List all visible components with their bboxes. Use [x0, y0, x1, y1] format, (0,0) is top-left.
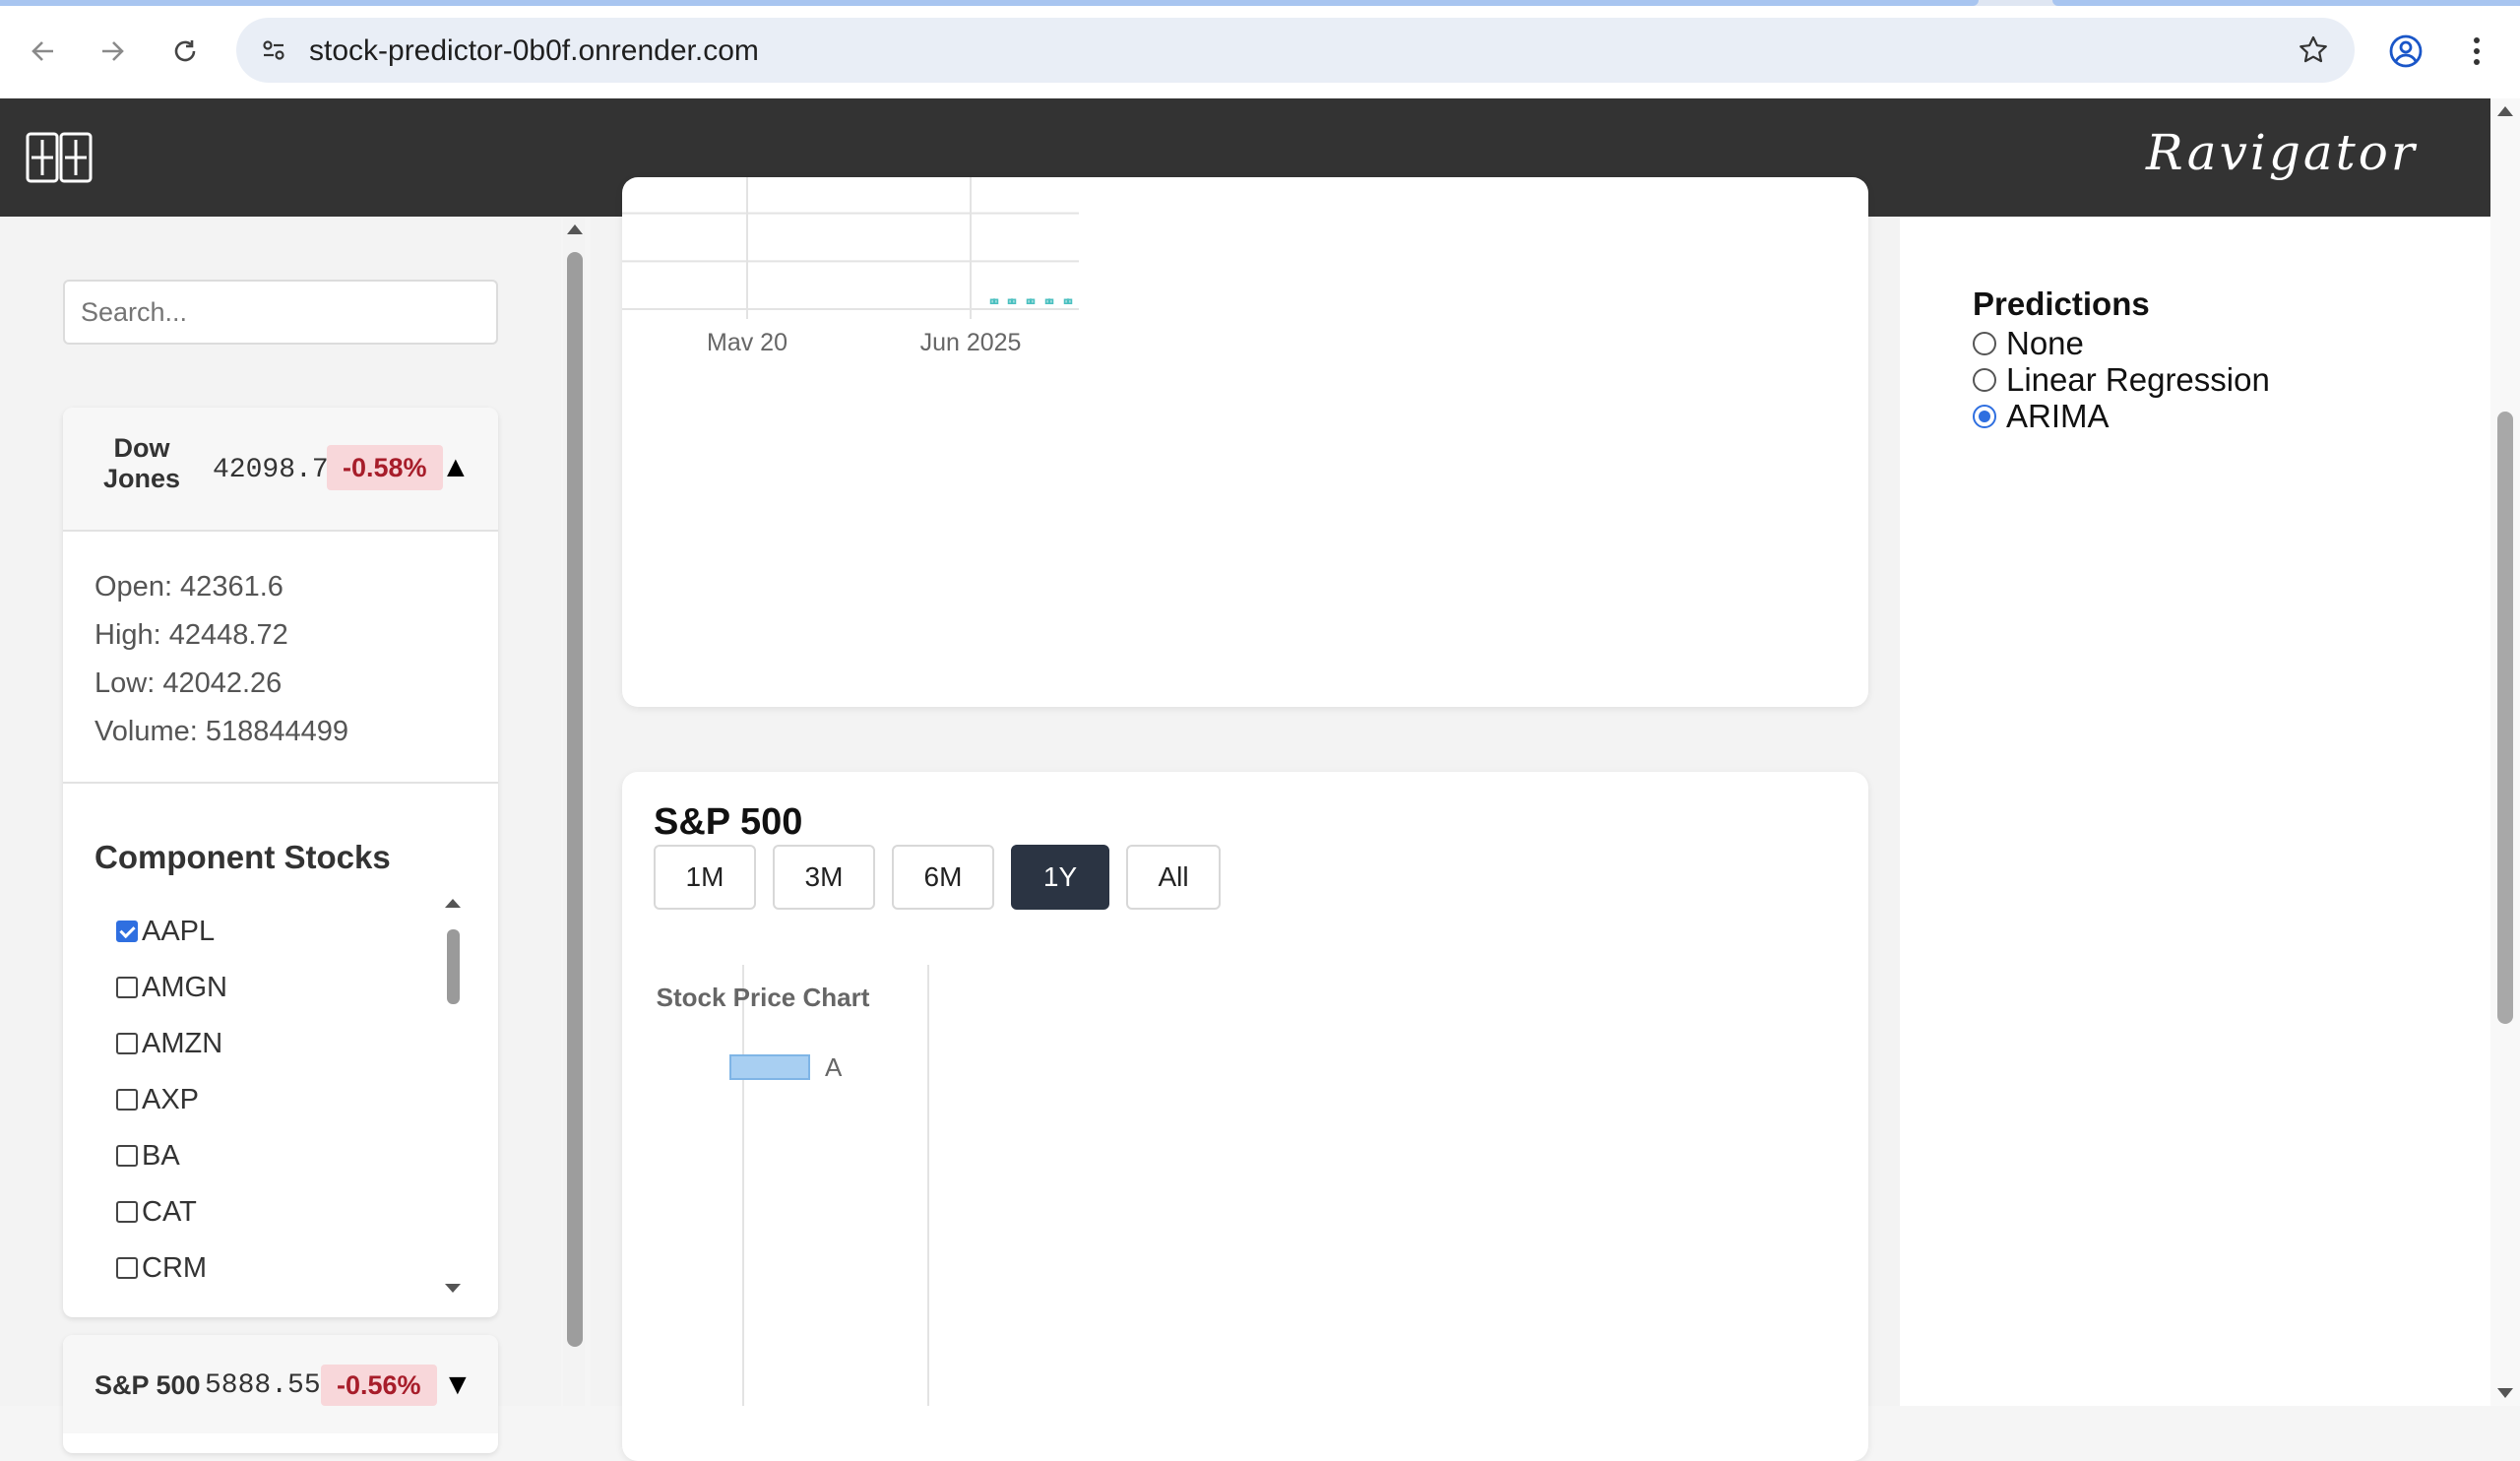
stat-high: High: 42448.72 — [94, 619, 288, 651]
index-card-header[interactable]: Dow Jones 42098.7 -0.58% ▲ — [63, 408, 498, 532]
legend-label: A — [825, 1052, 843, 1082]
chart-card-dow-jones: 160170180190Mav 8Mav 20Jun 2025Price — [447, 134, 1868, 707]
range-button-6m[interactable]: 6M — [892, 845, 994, 910]
index-card-sp500: S&P 500 5888.55 -0.56% ▼ — [63, 1335, 498, 1453]
component-item-axp[interactable]: AXP — [116, 1080, 199, 1119]
radio-button[interactable] — [1973, 368, 1996, 392]
prediction-option-arima[interactable]: ARIMA — [1973, 398, 2110, 435]
prediction-label: ARIMA — [2006, 398, 2110, 434]
tab-strip-highlight — [0, 0, 1979, 6]
index-change-badge: -0.58% — [327, 445, 443, 490]
collapse-toggle-icon[interactable]: ▲ — [441, 451, 471, 484]
x-tick-label: Jun 2025 — [920, 329, 1022, 356]
index-name-line: Jones — [102, 464, 181, 493]
component-label: AXP — [142, 1083, 200, 1115]
profile-icon[interactable] — [2384, 30, 2427, 73]
layout-toggle-icon[interactable] — [26, 132, 94, 183]
address-bar[interactable]: stock-predictor-0b0f.onrender.com — [236, 18, 2355, 83]
bookmark-star-icon[interactable] — [2294, 31, 2333, 70]
site-info-icon[interactable] — [254, 31, 293, 70]
stat-open: Open: 42361.6 — [94, 571, 284, 603]
page-scroll-thumb[interactable] — [2497, 412, 2513, 1024]
forward-icon[interactable] — [91, 30, 134, 73]
prediction-label: Linear Regression — [2006, 361, 2270, 398]
sidebar-scroll-thumb[interactable] — [567, 252, 583, 1347]
index-change-badge: -0.56% — [321, 1365, 437, 1406]
checkbox[interactable] — [116, 1201, 138, 1223]
index-value: 5888.55 — [205, 1370, 321, 1401]
expand-toggle-icon[interactable]: ▼ — [443, 1368, 472, 1402]
component-label: CAT — [142, 1195, 197, 1228]
component-label: BA — [142, 1139, 180, 1172]
index-name: S&P 500 — [94, 1370, 201, 1400]
checkbox[interactable] — [116, 977, 138, 998]
scroll-up-icon[interactable] — [445, 899, 461, 908]
browser-toolbar: stock-predictor-0b0f.onrender.com — [0, 0, 2520, 98]
component-label: CRM — [142, 1251, 208, 1284]
scroll-down-icon[interactable] — [445, 1284, 461, 1293]
component-item-cat[interactable]: CAT — [116, 1192, 197, 1232]
component-item-ba[interactable]: BA — [116, 1136, 180, 1175]
range-button-all[interactable]: All — [1126, 845, 1221, 910]
index-value: 42098.7 — [213, 455, 329, 485]
component-stocks-title: Component Stocks — [94, 839, 391, 875]
page-scroll-down-icon[interactable] — [2497, 1386, 2513, 1400]
stat-volume: Volume: 518844499 — [94, 716, 348, 747]
page-scroll-up-icon[interactable] — [2497, 104, 2513, 118]
checkbox[interactable] — [116, 1257, 138, 1279]
radio-button[interactable] — [1973, 332, 1996, 355]
browser-menu-icon[interactable] — [2455, 30, 2498, 73]
range-button-3m[interactable]: 3M — [773, 845, 875, 910]
range-button-1y[interactable]: 1Y — [1011, 845, 1109, 910]
predictions-title: Predictions — [1973, 286, 2150, 322]
chart-section-title: S&P 500 — [654, 801, 803, 843]
tab-strip-highlight — [2052, 0, 2520, 6]
dow-jones-chart[interactable]: 160170180190Mav 8Mav 20Jun 2025Price — [447, 134, 1868, 707]
component-label: AMZN — [142, 1027, 223, 1059]
component-list-scrollbar[interactable] — [441, 894, 465, 1298]
component-item-amzn[interactable]: AMZN — [116, 1024, 222, 1063]
checkbox[interactable] — [116, 1145, 138, 1167]
checkbox[interactable] — [116, 1089, 138, 1111]
component-item-aapl[interactable]: AAPL — [116, 912, 215, 951]
component-item-amgn[interactable]: AMGN — [116, 968, 227, 1007]
component-stock-list: AAPL AMGN AMZN AXP BA CAT CRM — [116, 912, 471, 1294]
prediction-option-none[interactable]: None — [1973, 325, 2084, 362]
range-button-1m[interactable]: 1M — [654, 845, 756, 910]
sidebar-scroll-up-icon[interactable] — [567, 222, 583, 236]
sidebar: Dow Jones 42098.7 -0.58% ▲ Open: 42361.6… — [0, 217, 561, 1453]
search-input[interactable] — [63, 280, 498, 345]
candle-body — [1063, 298, 1073, 305]
chart-title: Stock Price Chart — [657, 983, 870, 1012]
reload-icon[interactable] — [163, 30, 207, 73]
radio-button[interactable] — [1973, 405, 1996, 428]
scroll-thumb[interactable] — [447, 929, 460, 1004]
legend-swatch — [729, 1054, 810, 1080]
stat-low: Low: 42042.26 — [94, 667, 283, 699]
candle-body — [1044, 298, 1054, 305]
back-icon[interactable] — [22, 30, 65, 73]
component-item-crm[interactable]: CRM — [116, 1248, 207, 1288]
candle-body — [1007, 298, 1017, 305]
component-label: AAPL — [142, 915, 216, 947]
url-text[interactable]: stock-predictor-0b0f.onrender.com — [309, 34, 759, 68]
x-tick-label: Mav 20 — [707, 329, 788, 356]
prediction-label: None — [2006, 325, 2084, 361]
candle-body — [989, 298, 999, 305]
sp500-chart-header: Stock Price Chart A — [657, 983, 870, 1082]
candle-body — [1026, 298, 1036, 305]
index-card-dow-jones: Dow Jones 42098.7 -0.58% ▲ Open: 42361.6… — [63, 408, 498, 1317]
prediction-option-linear-regression[interactable]: Linear Regression — [1973, 361, 2270, 399]
index-card-header[interactable]: S&P 500 5888.55 -0.56% ▼ — [63, 1335, 498, 1433]
index-name: Dow Jones — [102, 433, 181, 494]
component-label: AMGN — [142, 971, 227, 1003]
index-name-line: Dow — [113, 433, 170, 463]
brand-logo[interactable]: Ravigator — [2146, 124, 2418, 181]
index-stats: Open: 42361.6 High: 42448.72 Low: 42042.… — [63, 532, 498, 784]
tab-strip — [0, 0, 2520, 6]
checkbox[interactable] — [116, 1033, 138, 1054]
checkbox[interactable] — [116, 921, 138, 942]
